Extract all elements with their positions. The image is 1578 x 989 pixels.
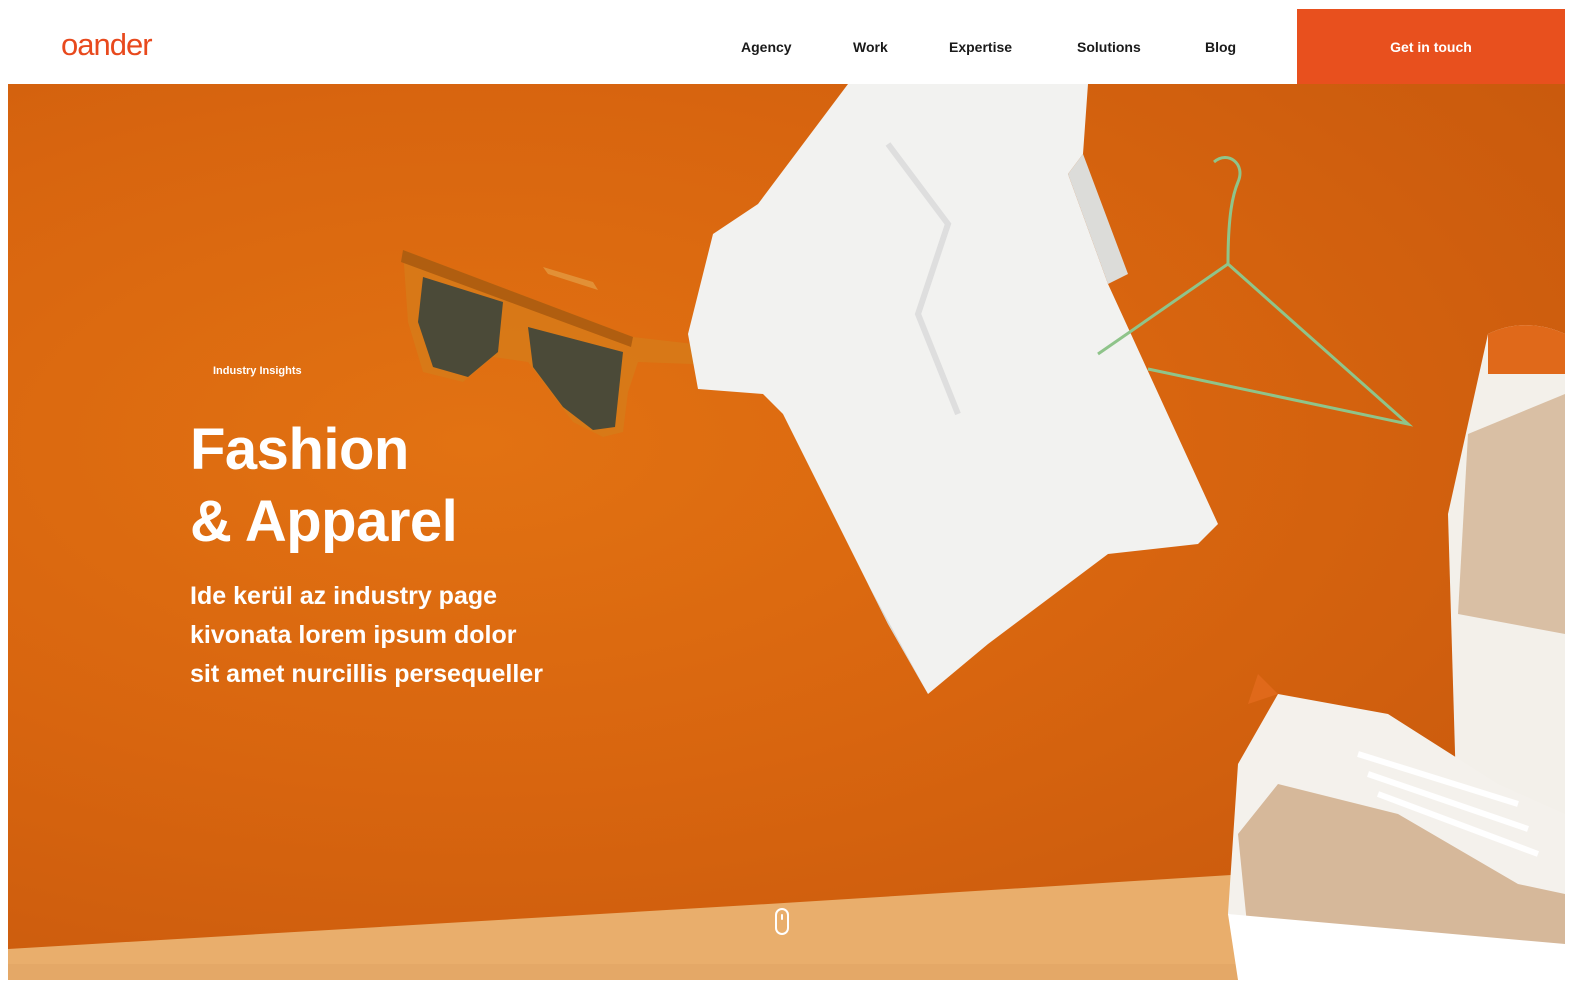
sneaker-image <box>1228 325 1565 980</box>
nav-work[interactable]: Work <box>853 39 888 55</box>
hero-subtitle-line1: Ide kerül az industry page <box>190 582 498 610</box>
hero-title-line1: Fashion <box>190 417 409 482</box>
scroll-mouse-icon[interactable] <box>775 908 789 935</box>
nav-expertise[interactable]: Expertise <box>949 39 1012 55</box>
hero-eyebrow: Industry Insights <box>213 365 302 377</box>
hero-title-line2: & Apparel <box>190 489 458 554</box>
get-in-touch-button[interactable]: Get in touch <box>1297 9 1565 84</box>
nav-blog[interactable]: Blog <box>1205 39 1236 55</box>
hero-title: Fashion & Apparel <box>190 414 458 558</box>
nav-agency[interactable]: Agency <box>741 39 792 55</box>
hero-subtitle: Ide kerül az industry page kivonata lore… <box>190 577 610 694</box>
site-header: oander Agency Work Expertise Solutions B… <box>0 0 1578 84</box>
hero-subtitle-line3: sit amet nurcillis persequeller <box>190 660 543 688</box>
nav-solutions[interactable]: Solutions <box>1077 39 1141 55</box>
hero-section: Industry Insights Fashion & Apparel Ide … <box>8 84 1565 980</box>
logo[interactable]: oander <box>61 27 153 63</box>
hero-subtitle-line2: kivonata lorem ipsum dolor <box>190 621 517 649</box>
